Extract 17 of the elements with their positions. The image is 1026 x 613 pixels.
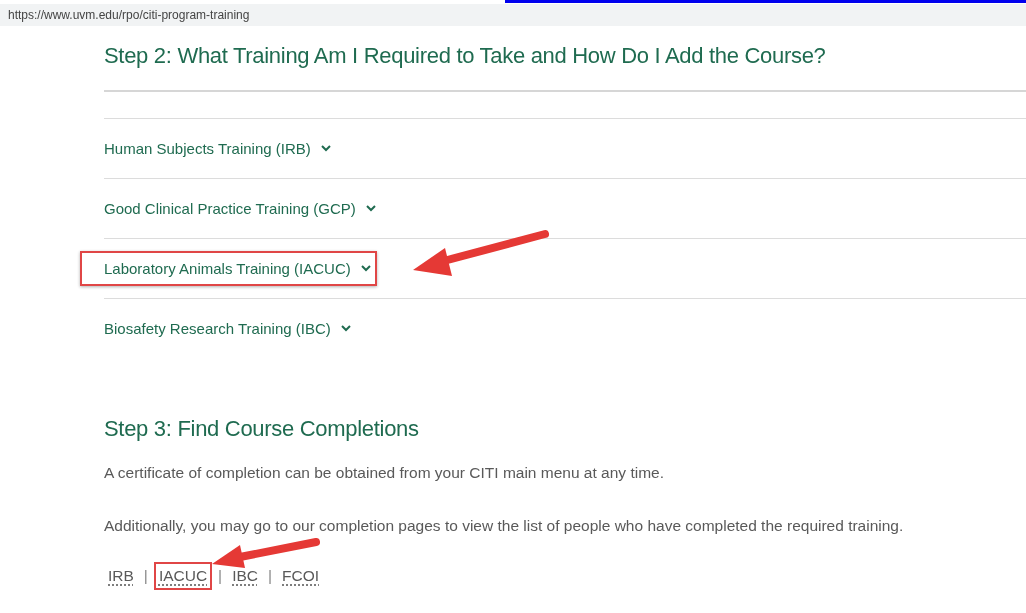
separator: | [218,567,223,585]
url-text: https://www.uvm.edu/rpo/citi-program-training [8,8,250,22]
separator: | [143,567,148,585]
paragraph: Additionally, you may go to our completion pages to view the list of people who have completed the required training. [104,517,905,535]
completion-link[interactable]: IBC [232,567,258,585]
completion-link[interactable]: IACUC [153,562,213,590]
accordion-item[interactable]: Human Subjects Training (IRB) [80,131,337,166]
accordion-item[interactable]: Laboratory Animals Training (IACUC) [80,251,377,286]
separator: | [268,567,272,585]
section-heading: Step 2: What Training Am I Required to Take and How Do I Add the Course? [104,43,826,69]
paragraph: A certificate of completion can be obtained from your CITI main menu at any time. [104,464,665,482]
completion-link[interactable]: IRB [108,567,134,585]
accordion-item[interactable]: Biosafety Research Training (IBC) [80,311,357,346]
address-bar[interactable]: https://www.uvm.edu/rpo/citi-program-training [0,4,1026,26]
completion-link[interactable]: FCOI [282,567,320,585]
accordion-item[interactable]: Good Clinical Practice Training (GCP) [80,191,382,226]
section-heading: Step 3: Find Course Completions [104,416,420,442]
